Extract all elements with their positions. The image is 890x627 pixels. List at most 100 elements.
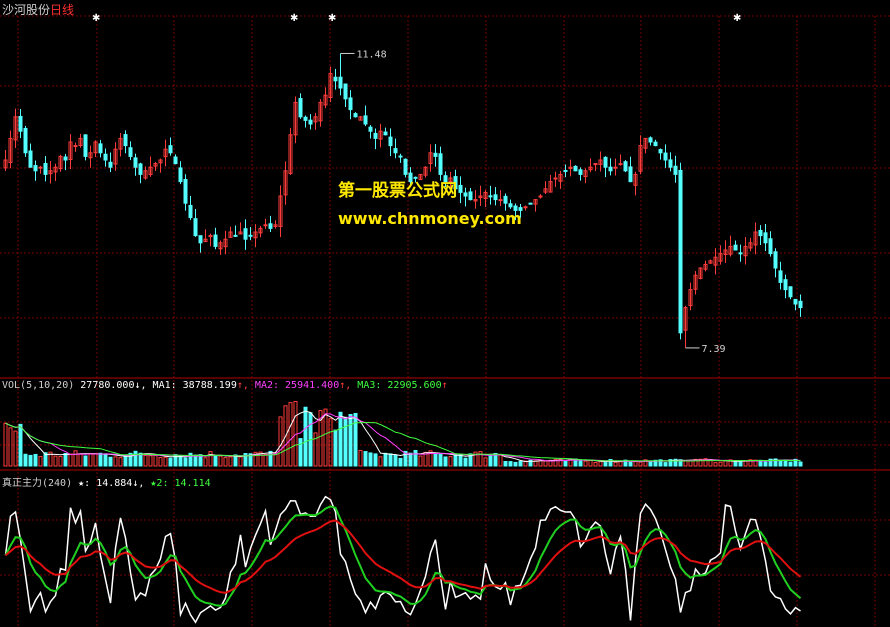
price-candle (388, 136, 393, 147)
volume-bar (268, 450, 273, 467)
price-candle (458, 184, 463, 193)
volume-bar (538, 460, 543, 467)
price-candle (233, 234, 238, 237)
volume-bar (53, 455, 58, 467)
price-candle (333, 76, 338, 82)
price-candle (298, 98, 303, 118)
volume-bar (263, 454, 268, 467)
price-candle (778, 270, 783, 283)
price-candle (523, 206, 528, 209)
watermark-title: 第一股票公式网 (338, 181, 457, 201)
price-candle (178, 167, 183, 183)
volume-bar (98, 452, 103, 467)
volume-bar (373, 453, 378, 467)
price-candle (793, 298, 798, 305)
volume-bar (123, 455, 128, 467)
price-candle (103, 153, 108, 161)
price-candle (618, 163, 623, 166)
price-candle (173, 156, 178, 165)
price-candle (498, 199, 503, 202)
volume-bar (408, 452, 413, 467)
price-candle (608, 166, 613, 172)
price-candle (628, 166, 633, 183)
price-candle (623, 161, 628, 172)
ma2-label: MA2: 25941.400 (254, 380, 340, 391)
signal-star-marker: ✱ (92, 13, 100, 24)
price-candle (763, 232, 768, 244)
volume-bar (78, 453, 83, 467)
volume-bar (633, 461, 638, 467)
price-candle (758, 229, 763, 237)
chart-canvas[interactable]: 11.48 7.39 ✱ ✱ ✱ ✱ (0, 0, 890, 627)
volume-bar (618, 461, 623, 467)
price-candle (128, 147, 133, 157)
price-candle (783, 279, 788, 291)
volume-bar (583, 460, 588, 467)
price-candle (373, 132, 378, 139)
volume-bar (418, 455, 423, 467)
price-candle (573, 165, 578, 172)
price-candle (503, 195, 508, 204)
price-candle (33, 165, 38, 172)
price-candle (303, 116, 308, 121)
volume-bar (58, 455, 63, 467)
volume-bar (73, 450, 78, 467)
indicator-legend: 真正主力(240) ★: 14.884↓, ★2: 14.114 (2, 478, 211, 489)
price-candle (43, 163, 48, 175)
volume-bar (278, 416, 283, 467)
volume-bar (448, 456, 453, 467)
volume-bar (238, 456, 243, 467)
volume-bar (788, 461, 793, 467)
volume-bar (368, 452, 373, 467)
volume-bar (83, 455, 88, 467)
ma1-label: MA1: 38788.199 (152, 380, 237, 391)
volume-bar (498, 454, 503, 467)
volume-bar (193, 454, 198, 467)
volume-bar (103, 453, 108, 467)
indicator-green-line (4, 505, 802, 607)
volume-bar (218, 455, 223, 467)
volume-bar (348, 413, 353, 467)
volume-bar (388, 453, 393, 467)
volume-bar (733, 461, 738, 467)
volume-bar (778, 459, 783, 467)
volume-bar (563, 460, 568, 467)
signal-star-marker: ✱ (290, 13, 298, 24)
signal-star-marker: ✱ (733, 13, 741, 24)
volume-bar (353, 412, 358, 467)
price-candle (603, 156, 608, 168)
volume-bar (743, 460, 748, 467)
volume-bar (488, 455, 493, 467)
volume-bar (588, 459, 593, 467)
price-candle (308, 119, 313, 125)
price-candle (768, 238, 773, 255)
volume-bar (153, 454, 158, 467)
price-candle (263, 224, 268, 227)
price-candle (463, 192, 468, 197)
price-candle (663, 152, 668, 161)
price-candle (98, 143, 103, 154)
volume-bar (363, 451, 368, 467)
price-candle (393, 148, 398, 154)
price-candle (468, 191, 473, 201)
price-candle (268, 223, 273, 229)
price-candle (188, 204, 193, 219)
volume-bar (148, 455, 153, 467)
price-candle (63, 156, 68, 161)
high-annotation-label: 11.48 (357, 49, 387, 60)
volume-bar (158, 457, 163, 467)
signal-star-marker: ✱ (328, 13, 336, 24)
volume-bar (593, 461, 598, 467)
price-candle (338, 76, 343, 89)
price-candle (38, 166, 43, 169)
volume-bar (343, 416, 348, 467)
volume-bar (398, 457, 403, 467)
price-candle (213, 234, 218, 247)
price-candle (798, 300, 803, 309)
price-candle (403, 158, 408, 175)
volume-bar (113, 456, 118, 467)
volume-bar (333, 429, 338, 467)
price-candle (578, 169, 583, 175)
price-candle (493, 194, 498, 201)
indicator-white-line (4, 495, 801, 624)
